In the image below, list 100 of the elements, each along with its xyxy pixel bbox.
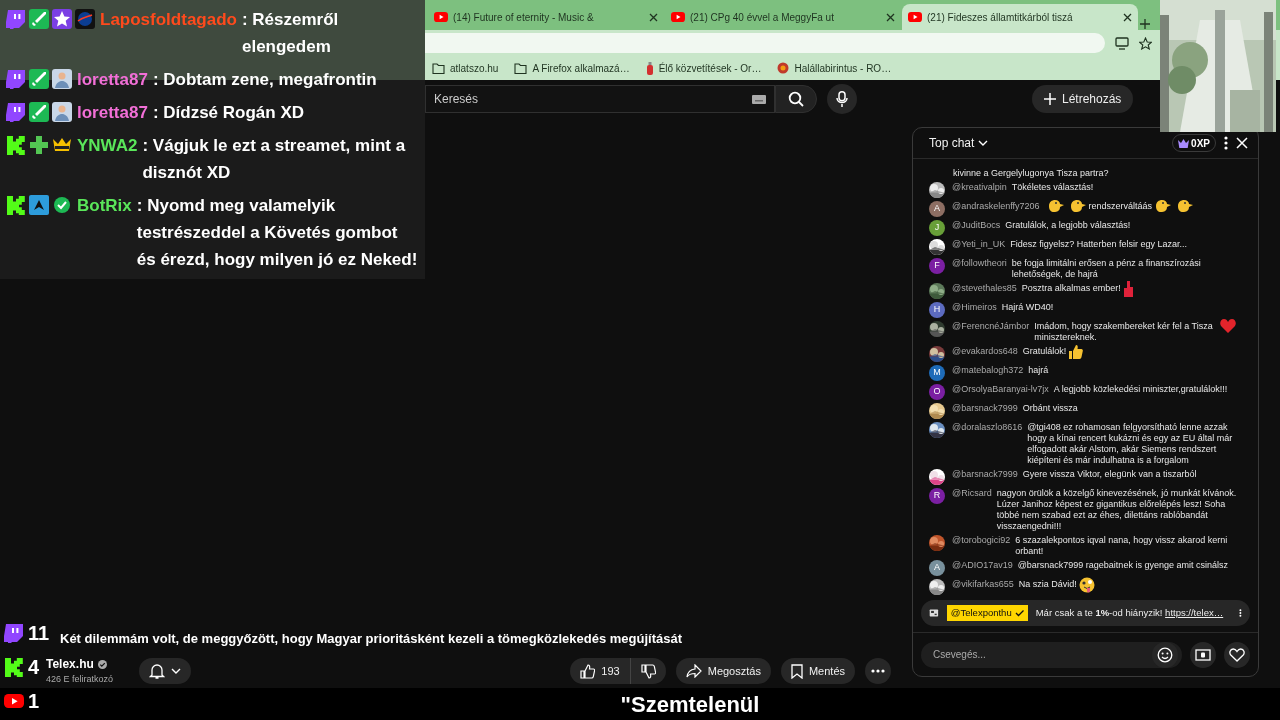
emoji-button[interactable]: [1152, 641, 1178, 668]
bookmark[interactable]: Élő közvetítések - Or…: [645, 60, 762, 76]
chat-author[interactable]: @evakardos648: [952, 345, 1018, 357]
link[interactable]: https://telex…: [1165, 606, 1224, 618]
pinned-text: Már csak a te 1%-od hiányzik! https://telex…: [1035, 605, 1224, 620]
super-chat-button[interactable]: [1190, 641, 1216, 668]
chat-message: Tökéletes választás!: [1011, 181, 1094, 193]
install-icon[interactable]: [1115, 36, 1129, 50]
pinned-author[interactable]: @Telexponthu: [946, 604, 1028, 622]
keyboard-icon: [752, 94, 766, 104]
chat-author[interactable]: @FerencnéJámbor: [952, 320, 1030, 332]
overlay-username: loretta87: [77, 69, 148, 91]
chat-message: Gratulálok, a legjobb választás!: [1005, 219, 1131, 231]
more-button[interactable]: [865, 658, 891, 684]
check-icon: [52, 195, 72, 215]
chat-author[interactable]: @barsnack7999: [952, 468, 1018, 480]
chat-author[interactable]: @torobogici92: [952, 534, 1011, 546]
overlay-username: BotRix: [77, 195, 132, 217]
play-icon: [671, 12, 685, 22]
search-button[interactable]: [775, 85, 817, 113]
bookmark[interactable]: Halállabirintus - RO…: [777, 60, 892, 76]
chat-author[interactable]: @Himeiros: [952, 301, 997, 313]
play-icon: [434, 12, 448, 22]
new-tab-icon[interactable]: [1139, 18, 1151, 30]
chat-message: Orbánt vissza: [1022, 402, 1078, 414]
heart-icon: [1220, 318, 1236, 333]
globe-icon: [75, 9, 95, 29]
more-icon: [871, 669, 885, 673]
notification-button[interactable]: [139, 658, 192, 684]
chat-author[interactable]: @Yeti_in_UK: [952, 238, 1006, 250]
figure-icon: [52, 102, 72, 122]
browser-tab[interactable]: (14) Future of eternity - Music &: [428, 4, 664, 30]
chat-author[interactable]: @doralaszlo8616: [952, 421, 1023, 433]
microphone-button[interactable]: [827, 84, 857, 114]
foam-finger-icon: [1122, 280, 1135, 297]
chat-message: Gratulálok!: [1022, 345, 1067, 357]
overlay-message: : Részemről elengedem: [241, 9, 340, 58]
more-icon[interactable]: [1239, 607, 1242, 619]
chat-author[interactable]: @Ricsard: [952, 487, 992, 499]
dislike-button[interactable]: [629, 658, 666, 684]
chat-message: Hajrá WD40!: [1001, 301, 1054, 313]
chat-message: hajrá: [1028, 364, 1049, 376]
round-logo-icon: [777, 62, 790, 74]
chat-author[interactable]: @ADIO17av19: [952, 559, 1013, 571]
create-button[interactable]: Létrehozás: [1032, 85, 1134, 113]
subscriber-count: 426 E feliratkozó: [46, 673, 114, 687]
star-icon[interactable]: [1139, 36, 1152, 50]
browser-tab[interactable]: (21) Fideszes államtitkárból tiszá: [902, 4, 1138, 30]
save-button[interactable]: Mentés: [780, 658, 855, 684]
chat-message: Posztra alkalmas ember!: [1021, 282, 1121, 294]
heart-icon: [1229, 647, 1245, 662]
chat-message: nagyon örülök a közelgő kinevezésének, jó munkát kívánok. Lúzer Janihoz képest ez gigantikus előrelépés lesz! Soha többé nem szabad ezt az éhes, dilettáns rablóbandát visszaengedni!!!: [996, 487, 1238, 532]
caret-icon: [978, 140, 989, 146]
chat-author[interactable]: @stevethales85: [952, 282, 1017, 294]
close-icon[interactable]: [886, 12, 895, 22]
chat-message: 6 szazalekpontos iqval nana, hogy vissz akarod kerni orbant!: [1015, 534, 1229, 557]
chat-message: @tgi408 ez rohamosan felgyorsítható lenne azzak hogy a kínai rencert kukázni és egy az EU által már elfogadott akár Alstom, akár Siemens rendszert kiépíteni és már indulhatna is a forgalom: [1027, 421, 1234, 466]
channel-name[interactable]: Telex.hu: [46, 655, 94, 674]
more-icon[interactable]: [1224, 136, 1228, 150]
avatar: A: [929, 200, 945, 217]
chat-author[interactable]: @matebalogh372: [952, 364, 1024, 376]
chat-author[interactable]: @vikifarkas655: [952, 578, 1014, 590]
chat-author[interactable]: @kreativalpin: [952, 181, 1007, 193]
chat-message: @barsnack7999 ragebaitnek is gyenge amit csinálsz: [1017, 559, 1228, 571]
bookmark[interactable]: A Firefox alkalmazá…: [514, 60, 630, 76]
address-field[interactable]: [425, 33, 1105, 53]
folder-icon: [514, 62, 528, 74]
chat-author[interactable]: @andraskelenffy7206: [952, 200, 1040, 212]
play-icon: [908, 12, 922, 22]
chat-input-field[interactable]: Csevegés...: [921, 641, 1182, 668]
logo-icon: [6, 195, 26, 215]
sword-icon: [29, 102, 49, 122]
chat-author[interactable]: @JuditBocs: [952, 219, 1001, 231]
chat-author[interactable]: @barsnack7999: [952, 402, 1018, 414]
like-button[interactable]: 193: [570, 658, 630, 684]
browser-tab[interactable]: (21) CPg 40 évvel a MeggyFa ut: [665, 4, 901, 30]
avatar: O: [929, 383, 945, 400]
bookmark[interactable]: atlatszo.hu: [432, 60, 499, 76]
thumbs-up-icon: [580, 663, 596, 679]
heart-button[interactable]: [1224, 641, 1250, 668]
search-icon: [788, 91, 804, 107]
chat-author[interactable]: @followtheori: [952, 257, 1007, 269]
figure-icon: [52, 69, 72, 89]
thumbs-up-icon: [1068, 343, 1084, 359]
silly-face-icon: [1078, 576, 1095, 593]
overlay-message: : Dobtam zene, megafrontin: [152, 69, 378, 91]
close-icon[interactable]: [1123, 12, 1132, 22]
chat-author[interactable]: @OrsolyaBaranyai-lv7jx: [952, 383, 1049, 395]
share-button[interactable]: Megosztás: [675, 658, 771, 684]
avatar: J: [929, 219, 945, 236]
chat-message: Gyere vissza Viktor, elegünk van a tiszarból: [1022, 468, 1197, 480]
sword-icon: [29, 9, 49, 29]
search-field[interactable]: Keresés: [425, 85, 775, 113]
chat-mode-dropdown[interactable]: Top chat: [929, 134, 989, 152]
close-icon[interactable]: [649, 12, 658, 22]
share-arrow-icon: [685, 664, 702, 678]
sword-icon: [29, 69, 49, 89]
thumbs-down-icon: [640, 663, 656, 679]
chat-message: rendszerváltáás: [1088, 200, 1153, 212]
chat-bubble-icon: [6, 69, 26, 89]
